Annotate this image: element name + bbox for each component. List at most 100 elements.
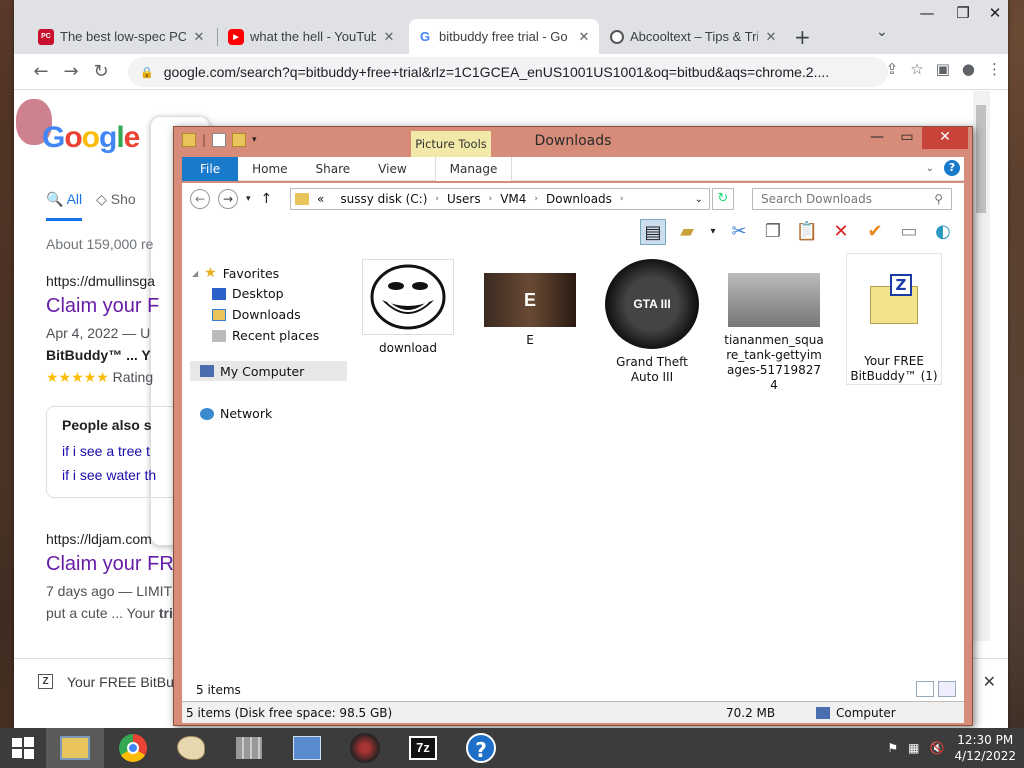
breadcrumb-downloads[interactable]: Downloads	[546, 192, 612, 206]
nav-downloads[interactable]: Downloads	[212, 307, 301, 322]
tab-search-dropdown[interactable]: ⌄	[876, 24, 888, 40]
close-button[interactable]: ✕	[922, 127, 968, 149]
nav-desktop[interactable]: Desktop	[212, 286, 284, 301]
up-button[interactable]: ↑	[261, 191, 273, 207]
properties-icon[interactable]: ▭	[896, 219, 922, 245]
refresh-button[interactable]: ↻	[712, 188, 734, 210]
checkmark-icon[interactable]: ✔	[862, 219, 888, 245]
large-icons-view-button[interactable]	[938, 681, 956, 697]
windows-logo-icon	[12, 737, 34, 759]
reload-button[interactable]: ↻	[86, 61, 116, 82]
breadcrumb-drive[interactable]: sussy disk (C:)	[340, 192, 427, 206]
nav-favorites[interactable]: ◢ ★ Favorites	[192, 265, 279, 281]
result-title[interactable]: Claim your FR	[46, 553, 174, 576]
close-download-shelf-icon[interactable]: ✕	[983, 672, 996, 692]
chevron-right-icon[interactable]: ›	[435, 194, 439, 204]
google-logo[interactable]: Google	[42, 121, 140, 155]
maximize-button[interactable]: ▭	[892, 127, 922, 149]
address-bar[interactable]: « sussy disk (C:) › Users › VM4 › Downloads…	[290, 188, 710, 210]
tab-abcooltext[interactable]: Abcooltext – Tips & Tric ✕	[602, 19, 786, 54]
chevron-right-icon[interactable]: ›	[620, 194, 624, 204]
taskbar-file-explorer[interactable]	[46, 728, 104, 768]
copy-icon[interactable]: ❐	[760, 219, 786, 245]
collapse-arrow-icon[interactable]: ◢	[192, 269, 198, 278]
tab-home[interactable]: Home	[238, 157, 301, 181]
help-icon[interactable]: ?	[944, 160, 960, 176]
expand-ribbon-icon[interactable]: ⌄	[926, 163, 934, 174]
breadcrumb-overflow[interactable]: «	[317, 192, 324, 206]
back-button[interactable]: ←	[190, 189, 210, 209]
forward-button[interactable]: →	[56, 61, 86, 82]
paa-question[interactable]: if i see a tree t	[62, 439, 170, 463]
new-tab-button[interactable]: +	[794, 25, 811, 49]
menu-icon[interactable]: ⋮	[987, 60, 1002, 78]
taskbar-paint[interactable]	[162, 728, 220, 768]
tab-youtube[interactable]: ▶ what the hell - YouTube ✕	[220, 19, 404, 54]
breadcrumb-users[interactable]: Users	[447, 192, 481, 206]
chevron-right-icon[interactable]: ›	[489, 194, 493, 204]
recent-locations-icon[interactable]: ▾	[246, 194, 251, 204]
tab-view[interactable]: View	[364, 157, 420, 181]
chevron-right-icon[interactable]: ›	[534, 194, 538, 204]
globe-icon[interactable]: ◐	[930, 219, 956, 245]
delete-icon[interactable]: ✕	[828, 219, 854, 245]
tab-shopping[interactable]: ◇ Sho	[96, 191, 136, 221]
organize-folder-icon[interactable]: ▰	[674, 219, 700, 245]
forward-button[interactable]: →	[218, 189, 238, 209]
maximize-button[interactable]: ❐	[948, 4, 978, 22]
tab-share[interactable]: Share	[302, 157, 365, 181]
tab-file[interactable]: File	[182, 156, 239, 181]
file-item[interactable]: download	[358, 259, 458, 356]
file-item[interactable]: GTA III Grand Theft Auto III	[602, 259, 702, 385]
close-tab-icon[interactable]: ✕	[192, 29, 206, 45]
page-scrollbar[interactable]	[973, 91, 990, 641]
cut-icon[interactable]: ✂	[726, 219, 752, 245]
address-dropdown-icon[interactable]: ⌄	[695, 194, 703, 205]
file-item[interactable]: Z Your FREE BitBuddy™ (1)	[846, 253, 942, 385]
tab-manage[interactable]: Manage	[434, 156, 513, 181]
details-view-button[interactable]	[916, 681, 934, 697]
search-box[interactable]: Search Downloads ⚲	[752, 188, 952, 210]
flag-icon[interactable]: ⚑	[887, 741, 898, 755]
taskbar-gta3[interactable]	[336, 728, 394, 768]
explorer-titlebar[interactable]: | ▾ Picture Tools Downloads — ▭ ✕	[174, 127, 972, 159]
taskbar-control-panel[interactable]	[278, 728, 336, 768]
taskbar-7zip[interactable]: 7z	[394, 728, 452, 768]
close-window-button[interactable]: ✕	[980, 4, 1010, 22]
taskbar-chrome[interactable]	[104, 728, 162, 768]
close-tab-icon[interactable]: ✕	[764, 29, 778, 45]
preview-pane-icon[interactable]: ▤	[640, 219, 666, 245]
network-icon[interactable]: ▦	[908, 741, 919, 755]
result-url[interactable]: https://dmullinsga	[46, 273, 159, 289]
scrollbar-thumb[interactable]	[976, 105, 986, 213]
start-button[interactable]	[0, 728, 46, 768]
share-icon[interactable]: ⇪	[886, 60, 899, 78]
nav-recent-places[interactable]: Recent places	[212, 328, 319, 343]
result-url[interactable]: https://ldjam.com	[46, 531, 174, 547]
profile-avatar[interactable]: ●	[962, 60, 975, 78]
side-panel-icon[interactable]: ▣	[936, 60, 950, 78]
address-bar[interactable]: 🔒 google.com/search?q=bitbuddy+free+tria…	[128, 57, 888, 87]
tab-pc-gamer[interactable]: PC The best low-spec PC g ✕	[30, 19, 214, 54]
minimize-button[interactable]: —	[912, 4, 942, 22]
file-item[interactable]: tiananmen_square_tank-gettyimages-517198…	[724, 259, 824, 393]
nav-my-computer[interactable]: My Computer	[190, 361, 347, 381]
close-tab-icon[interactable]: ✕	[577, 29, 591, 45]
taskbar-app-grid[interactable]	[220, 728, 278, 768]
taskbar-help[interactable]: ?	[452, 728, 510, 768]
close-tab-icon[interactable]: ✕	[382, 29, 396, 45]
dropdown-icon[interactable]: ▾	[708, 219, 718, 245]
paste-icon[interactable]: 📋	[794, 219, 820, 245]
nav-network[interactable]: Network	[200, 406, 272, 421]
breadcrumb-vm4[interactable]: VM4	[500, 192, 526, 206]
file-item[interactable]: E E	[480, 259, 580, 348]
volume-muted-icon[interactable]: 🔇	[930, 741, 945, 755]
minimize-button[interactable]: —	[862, 127, 892, 149]
tab-google-search[interactable]: G bitbuddy free trial - Go ✕	[409, 19, 599, 54]
result-title[interactable]: Claim your F	[46, 295, 159, 318]
back-button[interactable]: ←	[26, 61, 56, 82]
tab-all[interactable]: 🔍 All	[46, 191, 83, 221]
bookmark-star-icon[interactable]: ☆	[910, 60, 923, 78]
clock[interactable]: 12:30 PM 4/12/2022	[954, 732, 1016, 764]
paa-question[interactable]: if i see water th	[62, 463, 170, 487]
